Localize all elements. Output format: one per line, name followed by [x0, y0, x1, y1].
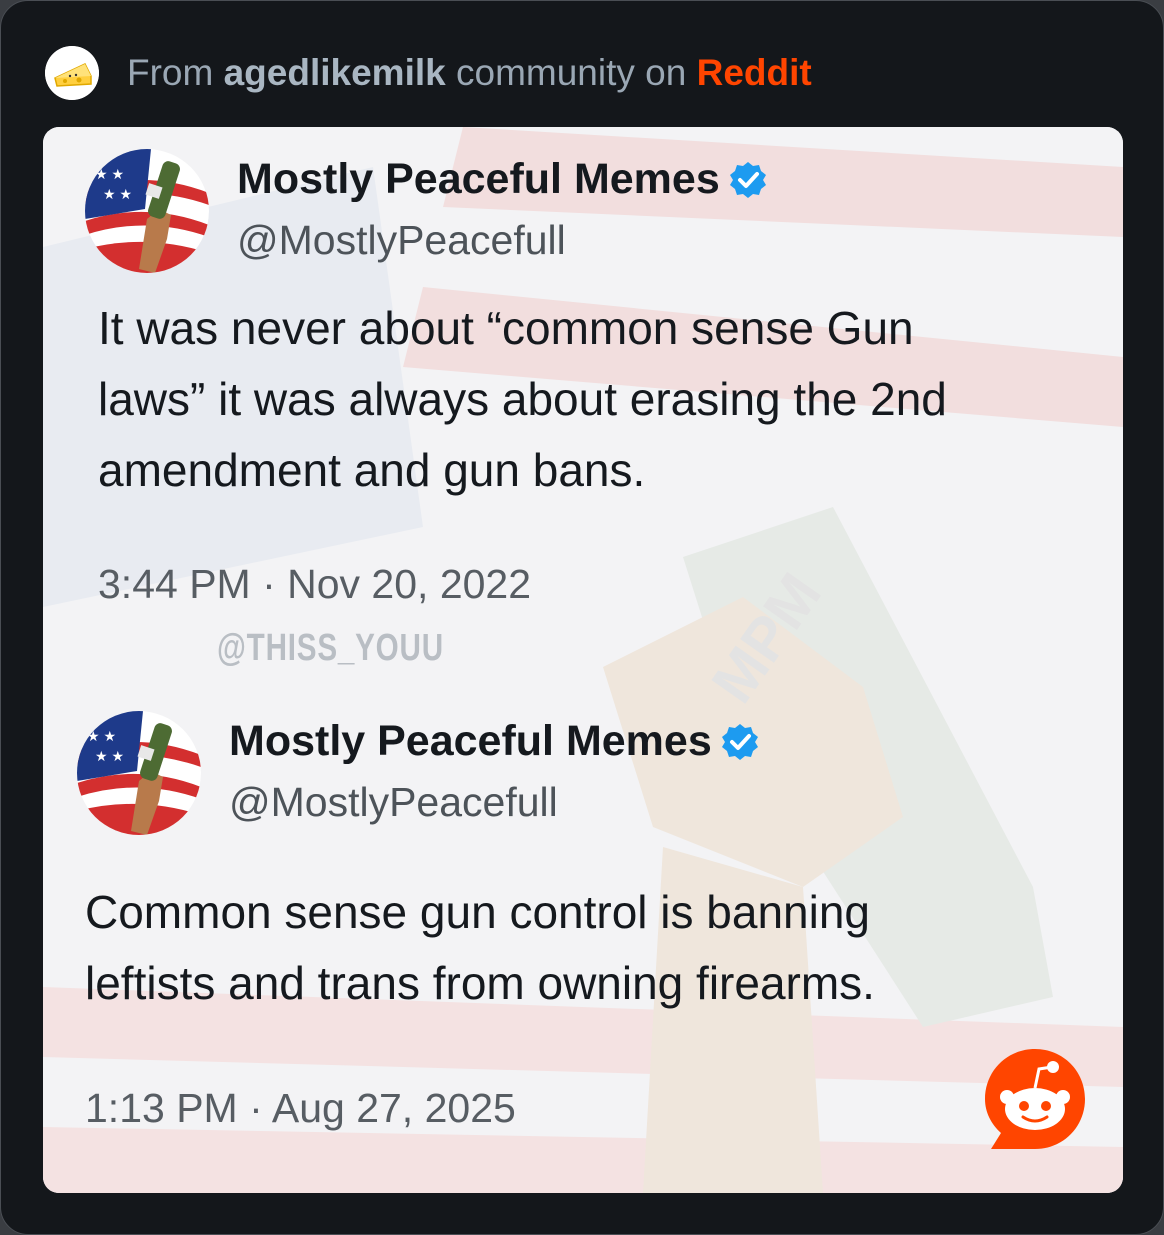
author-name-row: Mostly Peaceful Memes: [229, 717, 760, 766]
author-display-name[interactable]: Mostly Peaceful Memes: [237, 155, 720, 204]
author-display-name[interactable]: Mostly Peaceful Memes: [229, 717, 712, 766]
post-embed-frame: From agedlikemilk community on Reddit MP…: [0, 0, 1164, 1235]
author-handle[interactable]: @MostlyPeacefull: [229, 779, 558, 826]
tweet-text: It was never about “common sense Gun law…: [98, 293, 947, 506]
svg-text:★ ★: ★ ★: [95, 166, 124, 182]
tweet-text-line: Common sense gun control is banning: [85, 886, 871, 938]
svg-text:★ ★: ★ ★: [87, 728, 116, 744]
tweet-timestamp[interactable]: 1:13 PM · Aug 27, 2025: [85, 1085, 516, 1132]
source-middle: community on: [456, 52, 687, 93]
profile-avatar[interactable]: ★ ★ ★ ★: [77, 711, 201, 835]
watermark-text: @THISS_YOUU: [217, 627, 444, 669]
screenshot-image[interactable]: MPM ★ ★ ★ ★ Mostly Peaceful Memes @Mostl…: [43, 127, 1123, 1193]
tweet-timestamp[interactable]: 3:44 PM · Nov 20, 2022: [98, 561, 531, 608]
author-handle[interactable]: @MostlyPeacefull: [237, 217, 566, 264]
tweet-2: ★ ★ ★ ★ Mostly Peaceful Memes @MostlyPea…: [43, 687, 1123, 1193]
community-name-link[interactable]: agedlikemilk: [224, 52, 446, 93]
verified-badge-icon: [729, 161, 766, 198]
tweet-1: ★ ★ ★ ★ Mostly Peaceful Memes @MostlyPea…: [43, 127, 1123, 687]
tweet-text-line: It was never about “common sense Gun: [98, 302, 914, 354]
platform-name-link[interactable]: Reddit: [697, 52, 812, 93]
tweet-text-line: amendment and gun bans.: [98, 444, 646, 496]
tweet-text-line: laws” it was always about erasing the 2n…: [98, 373, 947, 425]
cheese-avatar-icon[interactable]: [45, 46, 99, 100]
post-source-header: From agedlikemilk community on Reddit: [45, 45, 812, 101]
svg-text:★ ★: ★ ★: [103, 186, 132, 202]
reddit-logo-icon[interactable]: [983, 1047, 1087, 1151]
author-name-row: Mostly Peaceful Memes: [237, 155, 768, 204]
source-prefix: From: [127, 52, 214, 93]
profile-avatar[interactable]: ★ ★ ★ ★: [85, 149, 209, 273]
verified-badge-icon: [721, 723, 758, 760]
source-attribution: From agedlikemilk community on Reddit: [127, 52, 812, 94]
tweet-text: Common sense gun control is banning left…: [85, 877, 875, 1019]
tweet-text-line: leftists and trans from owning firearms.: [85, 957, 875, 1009]
svg-text:★ ★: ★ ★: [95, 748, 124, 764]
